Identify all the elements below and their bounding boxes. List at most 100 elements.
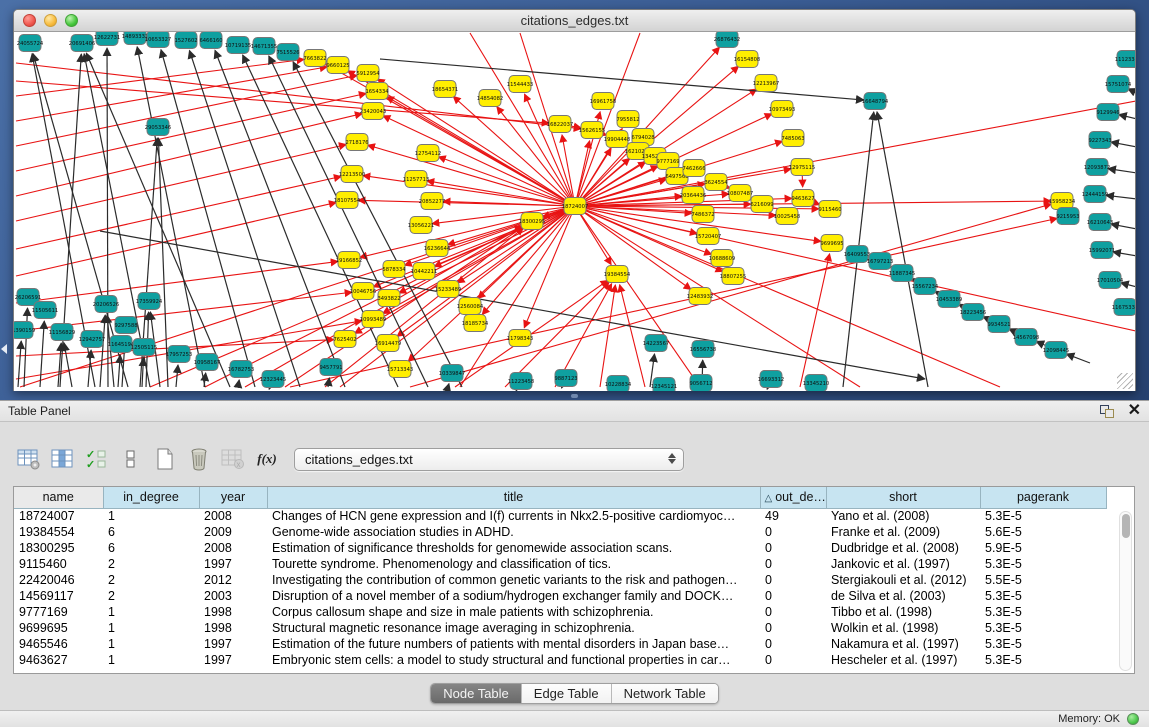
table-cell[interactable]: 5.3E-5 xyxy=(980,588,1106,604)
table-cell[interactable]: Corpus callosum shape and size in male p… xyxy=(267,604,760,620)
table-cell[interactable]: Dudbridge et al. (2008) xyxy=(826,540,980,556)
graph-node[interactable]: 26876432 xyxy=(714,32,740,48)
graph-node[interactable]: 12942757 xyxy=(79,331,105,348)
graph-node[interactable]: 11505611 xyxy=(32,302,58,319)
graph-node[interactable]: 20206526 xyxy=(93,296,119,313)
graph-node[interactable]: 15713343 xyxy=(387,361,413,378)
table-selector-dropdown[interactable]: citations_edges.txt xyxy=(294,448,684,471)
graph-node[interactable]: 3624554 xyxy=(704,174,728,191)
graph-node[interactable]: 9887123 xyxy=(554,370,577,387)
graph-node[interactable]: 16236644 xyxy=(424,240,451,257)
table-cell[interactable]: 5.3E-5 xyxy=(980,620,1106,636)
graph-node[interactable]: 12345121 xyxy=(651,378,677,392)
table-row[interactable]: 969969511998Structural magnetic resonanc… xyxy=(14,620,1106,636)
table-cell[interactable]: Disruption of a novel member of a sodium… xyxy=(267,588,760,604)
graph-node[interactable]: 10046756 xyxy=(350,283,376,300)
table-cell[interactable]: 9777169 xyxy=(14,604,103,620)
table-cell[interactable]: de Silva et al. (2003) xyxy=(826,588,980,604)
graph-node[interactable]: 9660125 xyxy=(326,57,349,74)
graph-node[interactable]: 10339847 xyxy=(439,365,465,382)
graph-node[interactable]: 10973493 xyxy=(769,101,795,118)
table-cell[interactable]: 2012 xyxy=(199,572,267,588)
table-cell[interactable]: 14569117 xyxy=(14,588,103,604)
table-cell[interactable]: 0 xyxy=(760,620,826,636)
graph-node[interactable]: 11390159 xyxy=(14,322,35,339)
graph-node[interactable]: 14223567 xyxy=(643,335,669,352)
table-cell[interactable]: 9465546 xyxy=(14,636,103,652)
graph-node[interactable]: 10442211 xyxy=(411,263,437,280)
graph-node[interactable]: 15626155 xyxy=(579,122,605,139)
column-header-short[interactable]: short xyxy=(826,487,980,508)
graph-node[interactable]: 12444159 xyxy=(1082,186,1108,203)
graph-node[interactable]: 10228834 xyxy=(605,376,632,392)
new-column-icon[interactable] xyxy=(152,446,178,472)
window-resize-grip[interactable] xyxy=(1117,373,1133,389)
graph-node[interactable]: 9699695 xyxy=(820,235,843,252)
graph-node[interactable]: 12213967 xyxy=(753,75,779,92)
graph-node[interactable]: 10807487 xyxy=(727,185,753,202)
table-cell[interactable]: 1 xyxy=(103,508,199,524)
graph-node[interactable]: 23420043 xyxy=(360,103,386,120)
table-cell[interactable]: 1997 xyxy=(199,652,267,668)
graph-node[interactable]: 16556738 xyxy=(690,341,716,358)
window-titlebar[interactable]: citations_edges.txt xyxy=(14,10,1135,32)
graph-node[interactable]: 20852277 xyxy=(419,193,445,210)
graph-node[interactable]: 12622731 xyxy=(94,32,120,46)
table-row[interactable]: 946554611997Estimation of the future num… xyxy=(14,636,1106,652)
split-divider-handle[interactable] xyxy=(571,394,578,398)
graph-node[interactable]: 2718176 xyxy=(345,134,368,151)
graph-node[interactable]: 13056221 xyxy=(408,217,434,234)
graph-node[interactable]: 19166852 xyxy=(336,252,362,269)
graph-node[interactable]: 9934521 xyxy=(987,316,1010,333)
graph-node[interactable]: 9129946 xyxy=(1096,104,1119,121)
graph-node[interactable]: 9227343 xyxy=(1088,132,1111,149)
graph-node[interactable]: 11257713 xyxy=(403,171,429,188)
graph-node[interactable]: 9297588 xyxy=(114,317,137,334)
graph-node[interactable]: 7485063 xyxy=(781,130,804,147)
network-canvas[interactable]: 1872400718300295193845547663822966012559… xyxy=(14,32,1135,391)
graph-node[interactable]: 15720407 xyxy=(695,228,721,245)
graph-node[interactable]: 17010504 xyxy=(1097,272,1124,289)
graph-node[interactable]: 17359924 xyxy=(136,293,163,310)
graph-node[interactable]: 7625402 xyxy=(333,331,356,348)
table-cell[interactable]: 1 xyxy=(103,636,199,652)
table-cell[interactable]: 2 xyxy=(103,572,199,588)
table-cell[interactable]: 18724007 xyxy=(14,508,103,524)
table-row[interactable]: 1456911722003Disruption of a novel membe… xyxy=(14,588,1106,604)
graph-node[interactable]: 10719135 xyxy=(225,37,251,54)
table-cell[interactable]: 5.3E-5 xyxy=(980,508,1106,524)
table-cell[interactable]: Estimation of significance thresholds fo… xyxy=(267,540,760,556)
table-cell[interactable]: Yano et al. (2008) xyxy=(826,508,980,524)
graph-node[interactable]: 19904448 xyxy=(604,131,630,148)
table-cell[interactable]: Wolkin et al. (1998) xyxy=(826,620,980,636)
graph-node[interactable]: 18185734 xyxy=(462,315,489,332)
table-cell[interactable]: 0 xyxy=(760,524,826,540)
graph-node[interactable]: 14854082 xyxy=(477,90,503,107)
table-cell[interactable]: 2008 xyxy=(199,508,267,524)
table-cell[interactable]: 2 xyxy=(103,556,199,572)
table-cell[interactable]: 0 xyxy=(760,604,826,620)
graph-node[interactable]: 11223458 xyxy=(508,373,534,390)
graph-node[interactable]: 15958234 xyxy=(1049,193,1076,210)
graph-node[interactable]: 18223456 xyxy=(960,304,986,321)
table-cell[interactable]: Nakamura et al. (1997) xyxy=(826,636,980,652)
table-cell[interactable]: Investigating the contribution of common… xyxy=(267,572,760,588)
graph-node[interactable]: 16210643 xyxy=(1087,214,1113,231)
table-cell[interactable]: 5.5E-5 xyxy=(980,572,1106,588)
graph-node[interactable]: 19384554 xyxy=(604,266,631,283)
graph-node[interactable]: 12093872 xyxy=(1084,159,1110,176)
delete-icon[interactable] xyxy=(186,446,212,472)
graph-node[interactable]: 10688609 xyxy=(709,250,735,267)
graph-node[interactable]: 7486372 xyxy=(691,206,714,223)
table-cell[interactable]: 5.9E-5 xyxy=(980,540,1106,556)
graph-node[interactable]: 12560084 xyxy=(457,298,484,315)
table-cell[interactable]: 6 xyxy=(103,540,199,556)
graph-node[interactable]: 16914479 xyxy=(375,335,401,352)
graph-node[interactable]: 24055724 xyxy=(17,35,44,52)
graph-node[interactable]: 29053346 xyxy=(145,119,171,136)
table-cell[interactable]: 2 xyxy=(103,588,199,604)
table-row[interactable]: 2242004622012Investigating the contribut… xyxy=(14,572,1106,588)
graph-node[interactable]: 11544433 xyxy=(507,76,533,93)
graph-node[interactable]: 6216099 xyxy=(750,196,773,213)
table-cell[interactable]: 1998 xyxy=(199,604,267,620)
